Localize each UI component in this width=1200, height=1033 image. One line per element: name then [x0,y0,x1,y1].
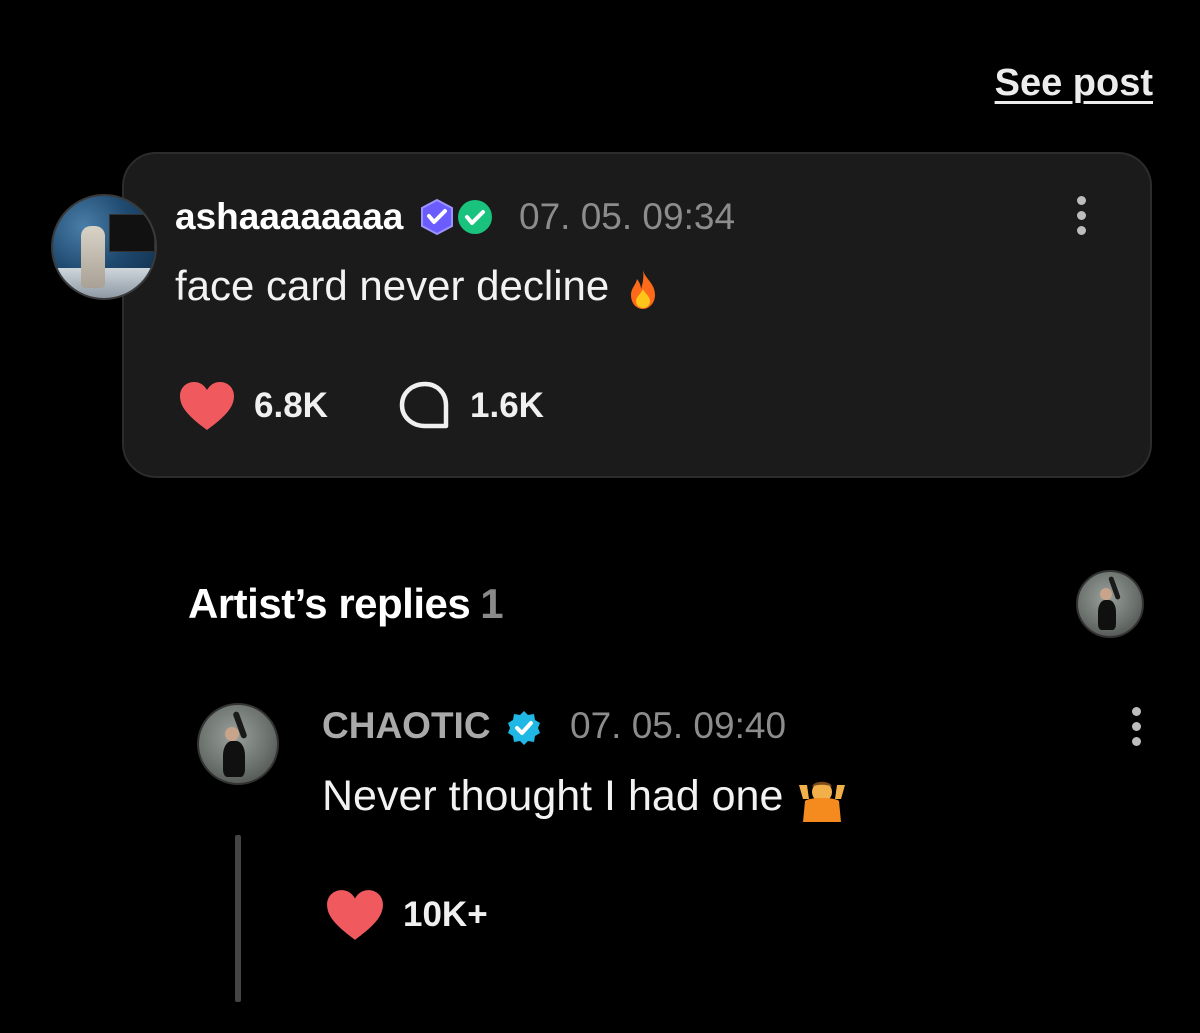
post-more-options-icon[interactable] [1071,196,1091,246]
heart-icon [180,382,234,430]
post-text: face card never decline [175,262,665,311]
fire-emoji-icon [630,269,655,309]
post-like-count: 6.8K [254,386,328,425]
avatar-body [223,741,245,777]
reply-like-button[interactable]: 10K+ [325,888,488,942]
comment-bubble-icon [399,381,449,429]
avatar-photo-figure [81,226,105,288]
thread-line [235,835,241,1002]
person-shrugging-emoji-icon [799,781,846,822]
post-timestamp: 07. 05. 09:34 [519,196,736,237]
avatar-head [1100,588,1112,600]
reply-more-options-icon[interactable] [1126,707,1146,757]
post-comment-count: 1.6K [470,386,544,425]
post-author-avatar[interactable] [51,194,157,300]
artist-replies-count: 1 [480,580,504,627]
heart-icon [327,890,383,940]
post-like-button[interactable]: 6.8K [178,380,328,432]
reply-timestamp: 07. 05. 09:40 [570,705,787,746]
see-post-link[interactable]: See post [995,62,1153,105]
avatar-photo-sign [109,214,155,252]
artist-replies-title: Artist’s replies [188,580,471,627]
post-text-content: face card never decline [175,262,610,309]
artist-replies-heading: Artist’s replies 1 [188,580,504,628]
post-comment-button[interactable]: 1.6K [398,380,544,432]
reply-text-content: Never thought I had one [322,772,784,820]
avatar-body [1098,600,1116,630]
artist-avatar-small[interactable] [1076,570,1144,638]
reply-author-avatar[interactable] [197,703,279,785]
reply-author-name[interactable]: CHAOTIC [322,705,491,747]
post-username[interactable]: ashaaaaaaaa [175,196,403,238]
reply-text: Never thought I had one [322,772,849,823]
membership-badges-icon [421,198,492,236]
avatar-head [225,727,239,741]
verified-badge-icon [508,711,540,745]
reply-like-count: 10K+ [403,895,488,934]
